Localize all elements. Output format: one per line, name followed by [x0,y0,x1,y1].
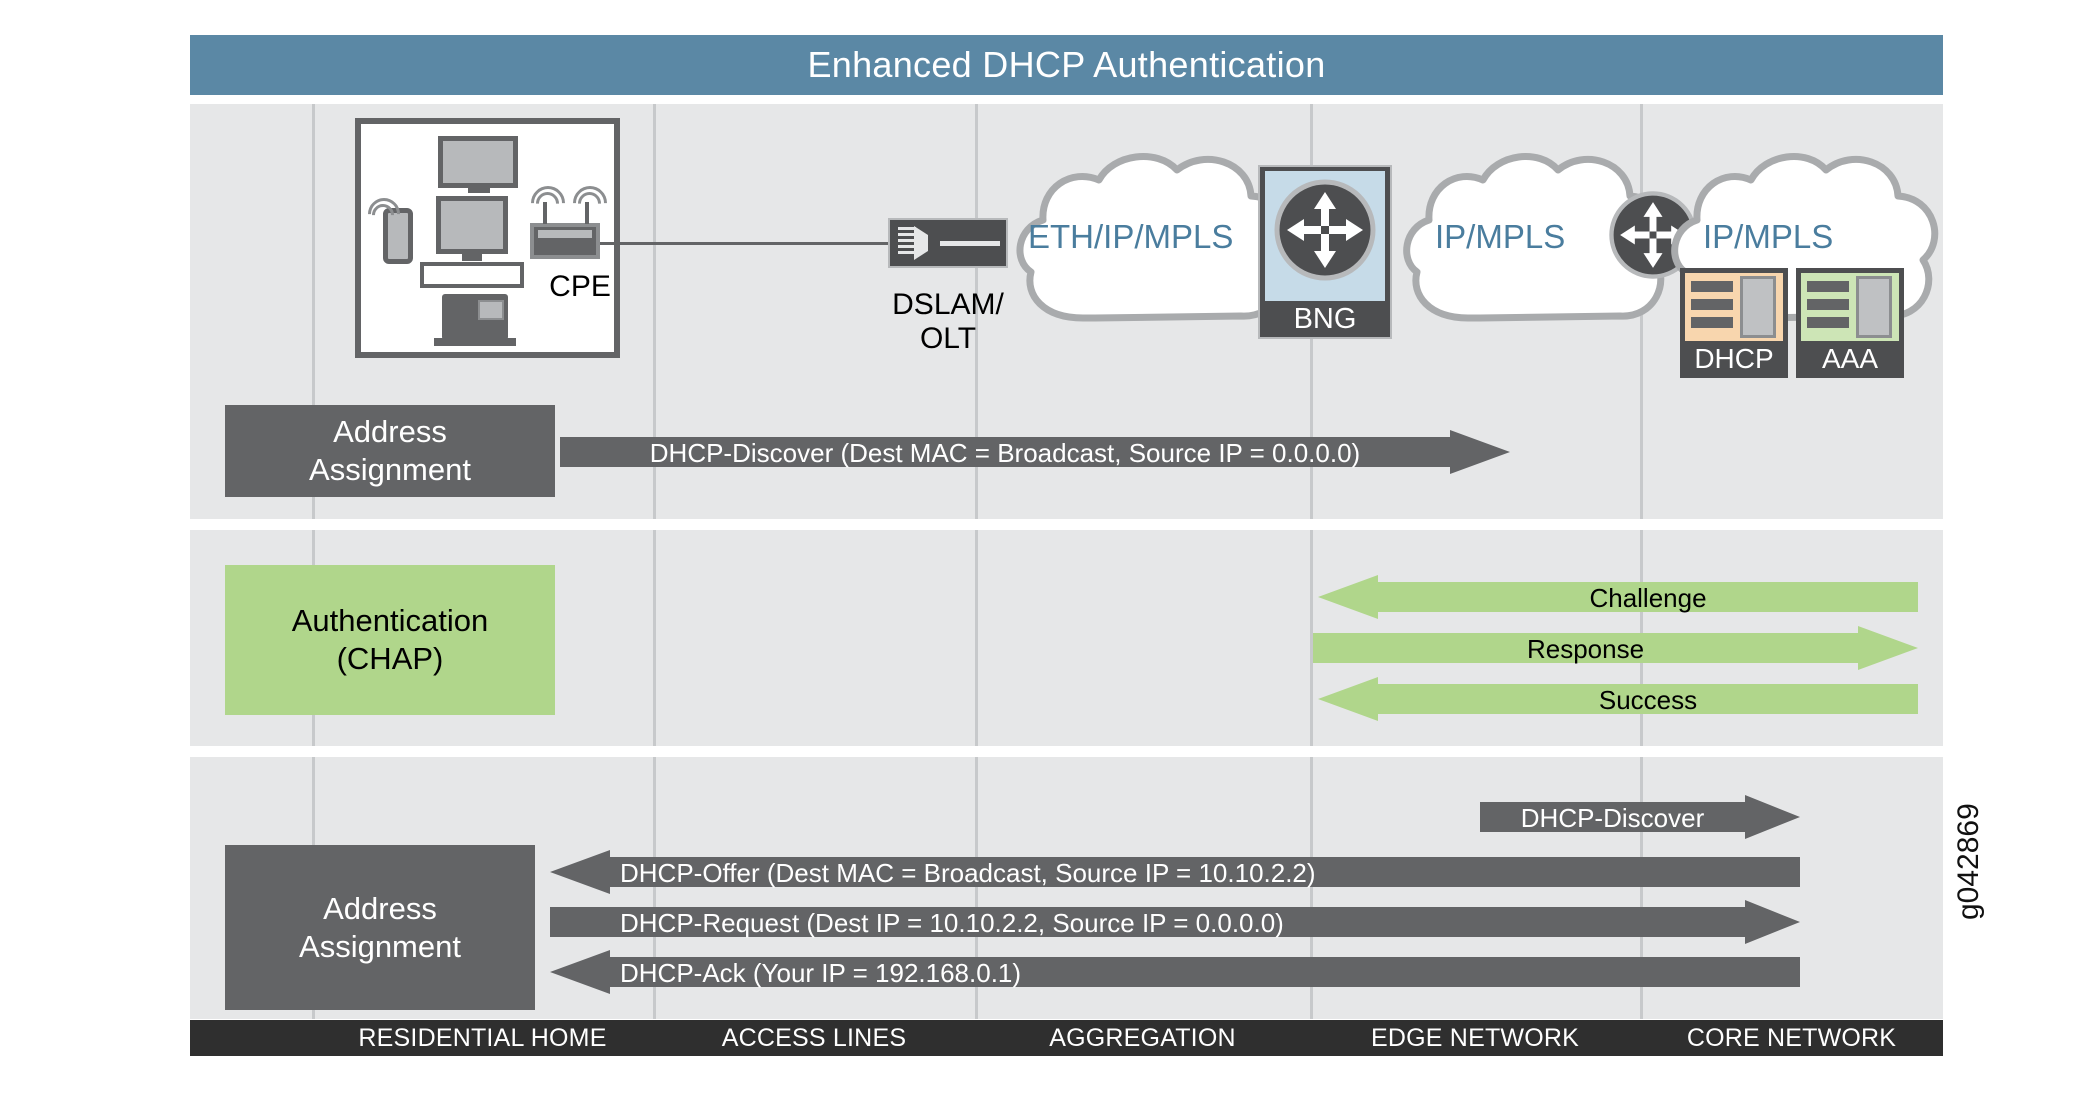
authentication-chap-block: Authentication (CHAP) [225,565,555,715]
arrow-dhcp-discover-2 [1480,795,1800,839]
arrow-dhcp-discover-1 [560,430,1510,474]
arrow-response [1313,626,1918,670]
footer-zone-aggregation: AGGREGATION [1049,1023,1236,1052]
bng-label: BNG [1293,302,1357,335]
arrow-dhcp-ack [550,950,1800,994]
arrow-challenge [1318,575,1918,619]
server-rack-bar [1691,281,1733,292]
monitor-icon [436,196,508,254]
address-assignment-block-1: Address Assignment [225,405,555,497]
server-rack-bar [1807,281,1849,292]
dslam-glyph [898,226,928,260]
monitor-neck [462,254,482,261]
server-rack-bar [1691,299,1733,310]
server-rack-bar [1807,299,1849,310]
router-icon [1274,179,1376,281]
voip-base [434,338,516,346]
footer-zone-access-lines: ACCESS LINES [721,1023,907,1052]
server-tower [1856,276,1892,338]
address-assignment-block-2: Address Assignment [225,845,535,1010]
keyboard-icon [420,262,524,288]
cloud-label: IP/MPLS [1703,218,1834,255]
figure-id-watermark: g042869 [1952,803,1985,920]
server-tower [1740,276,1776,338]
tv-icon [438,136,518,188]
wifi-router-icon [530,223,600,259]
footer-zone-residential-home: RESIDENTIAL HOME [358,1023,607,1052]
cloud-label: IP/MPLS [1435,218,1566,255]
voip-screen [478,300,504,320]
page-title-text: Enhanced DHCP Authentication [807,44,1326,85]
cloud-label: ETH/IP/MPLS [1028,218,1234,255]
footer-zone-core-network: CORE NETWORK [1686,1023,1897,1052]
dhcp-server-label: DHCP [1694,343,1774,374]
dslam-label: DSLAM/ OLT [892,288,1004,355]
cpe-dslam-link [600,242,890,245]
arrow-dhcp-offer [550,850,1800,894]
zone-gridline [975,530,978,746]
arrow-success [1318,677,1918,721]
footer-zone-edge-network: EDGE NETWORK [1371,1023,1579,1052]
arrow-dhcp-request [550,900,1800,944]
dslam-port-bar [940,241,1000,246]
server-rack-bar [1807,317,1849,328]
cpe-label: CPE [549,270,611,303]
zone-gridline [653,530,656,746]
page-title: Enhanced DHCP Authentication [190,35,1943,95]
server-rack-bar [1691,317,1733,328]
aaa-server-label: AAA [1821,343,1879,374]
tv-stand [468,188,490,193]
router-slot [538,230,592,238]
